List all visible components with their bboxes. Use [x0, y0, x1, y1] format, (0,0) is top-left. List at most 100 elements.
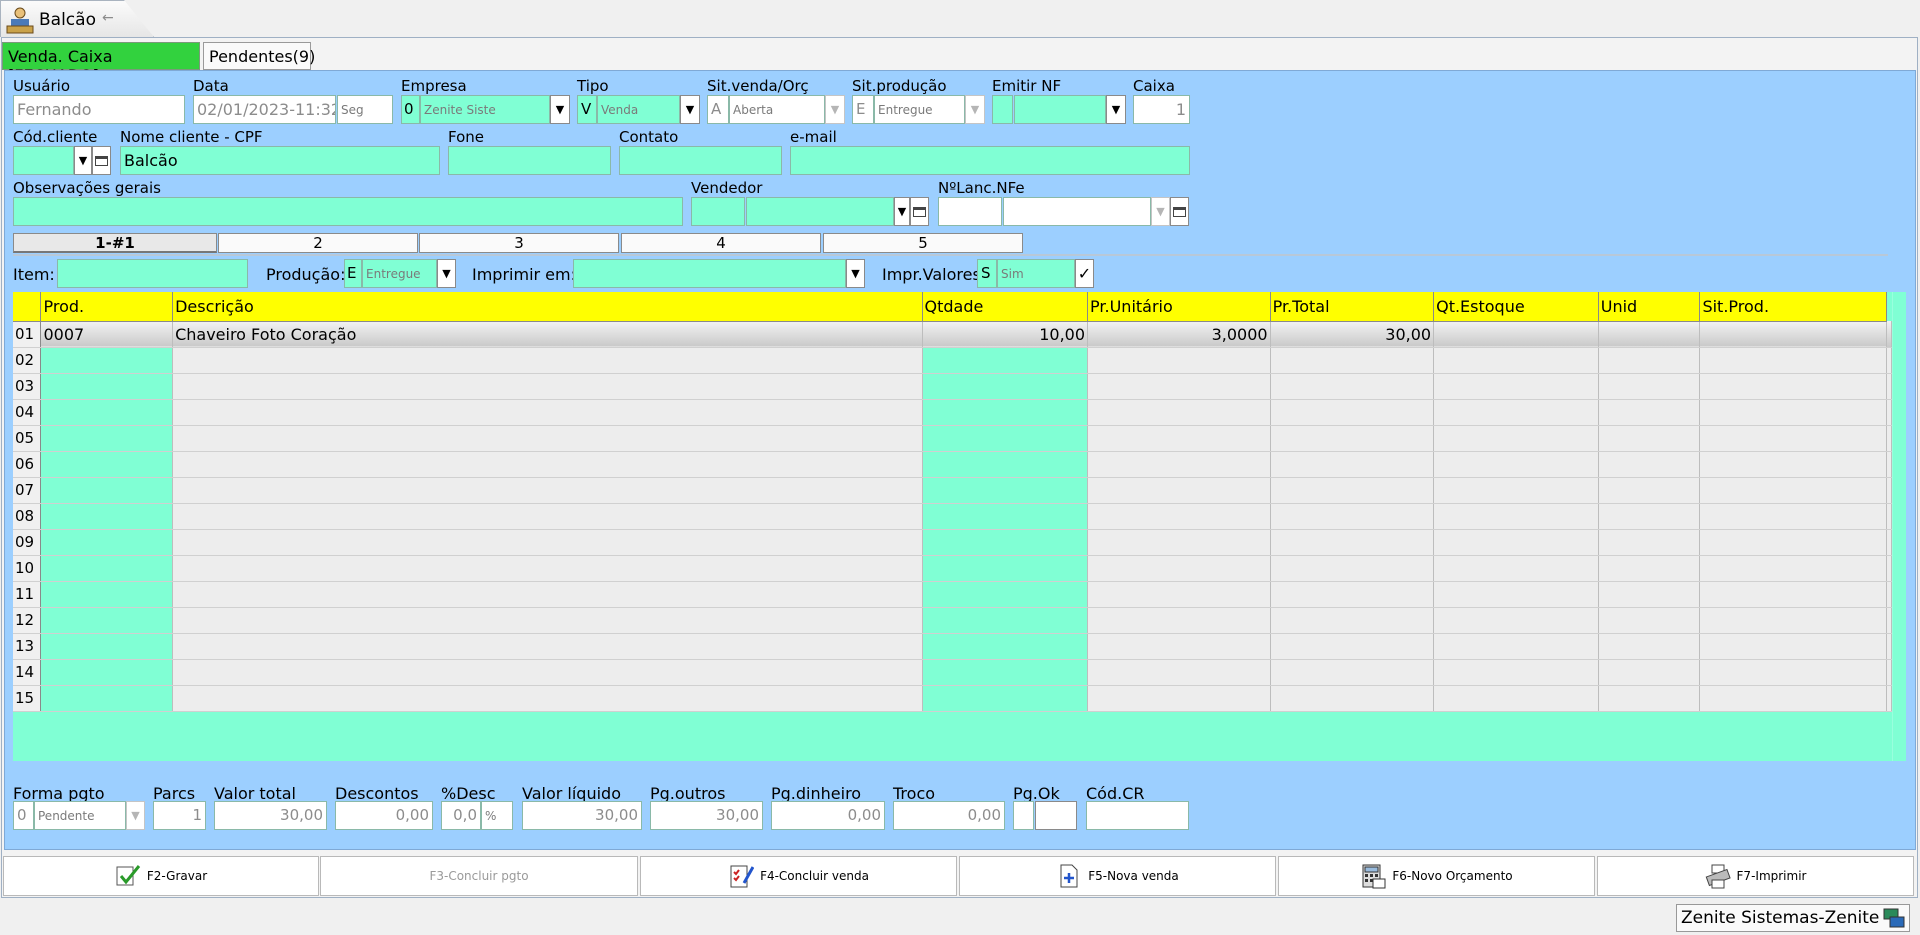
item-field[interactable] — [57, 259, 248, 288]
table-row[interactable]: 09 — [13, 529, 1892, 556]
cell-descricao[interactable] — [172, 685, 923, 712]
cell-qt-estoque[interactable] — [1433, 321, 1599, 348]
cell-qt-estoque[interactable] — [1433, 477, 1599, 504]
table-row[interactable]: 06 — [13, 451, 1892, 478]
table-row[interactable]: 08 — [13, 503, 1892, 530]
cell-qt-estoque[interactable] — [1433, 347, 1599, 374]
tipo-field[interactable]: Venda — [597, 95, 680, 124]
cell-prod[interactable] — [40, 659, 174, 686]
cell-pr-total[interactable] — [1270, 503, 1435, 530]
cell-sit-prod[interactable] — [1699, 451, 1887, 478]
cell-prod[interactable] — [40, 373, 174, 400]
vendedor-folder-button[interactable] — [910, 197, 929, 226]
vendedor-dropdown[interactable]: ▼ — [894, 197, 910, 226]
pg-dinheiro-field[interactable]: 0,00 — [771, 801, 885, 830]
cell-pr-unitario[interactable] — [1087, 347, 1271, 374]
cell-unid[interactable] — [1598, 451, 1701, 478]
cell-sit-prod[interactable] — [1699, 581, 1887, 608]
table-row[interactable]: 11 — [13, 581, 1892, 608]
cell-descricao[interactable] — [172, 373, 923, 400]
cell-unid[interactable] — [1598, 477, 1701, 504]
data-field[interactable]: 02/01/2023-11:32 — [193, 95, 336, 124]
subtab-5[interactable]: 5 — [823, 233, 1023, 253]
cell-qt-estoque[interactable] — [1433, 659, 1599, 686]
cell-pr-total[interactable] — [1270, 633, 1435, 660]
cell-prod[interactable] — [40, 581, 174, 608]
tab-venda-caixa[interactable]: Venda. Caixa [FECHADO] — [2, 42, 200, 85]
cell-prod[interactable] — [40, 685, 174, 712]
table-row[interactable]: 12 — [13, 607, 1892, 634]
tipo-code-field[interactable]: V — [577, 95, 597, 124]
cell-sit-prod[interactable] — [1699, 347, 1887, 374]
cell-pr-unitario[interactable] — [1087, 529, 1271, 556]
cell-qtdade[interactable] — [922, 451, 1089, 478]
cell-pr-unitario[interactable] — [1087, 659, 1271, 686]
cell-qt-estoque[interactable] — [1433, 451, 1599, 478]
novo-orcamento-button[interactable]: F6-Novo Orçamento — [1278, 856, 1595, 896]
cell-unid[interactable] — [1598, 321, 1701, 348]
cell-sit-prod[interactable] — [1699, 685, 1887, 712]
vendedor-code-field[interactable] — [691, 197, 745, 226]
col-qtdade[interactable]: Qtdade — [922, 292, 1089, 322]
cell-descricao[interactable] — [172, 607, 923, 634]
nome-cliente-field[interactable]: Balcão — [120, 146, 440, 175]
cell-descricao[interactable] — [172, 477, 923, 504]
cell-descricao[interactable] — [172, 659, 923, 686]
sit-venda-field[interactable]: Aberta — [729, 95, 825, 124]
sit-producao-code-field[interactable]: E — [852, 95, 874, 124]
col-sit-prod[interactable]: Sit.Prod. — [1699, 292, 1887, 322]
cell-unid[interactable] — [1598, 555, 1701, 582]
cell-prod[interactable] — [40, 503, 174, 530]
cod-cliente-dropdown[interactable]: ▼ — [74, 146, 92, 175]
emitir-nf-dropdown[interactable]: ▼ — [1106, 95, 1126, 124]
cell-pr-total[interactable] — [1270, 529, 1435, 556]
cell-pr-unitario[interactable] — [1087, 425, 1271, 452]
cell-qtdade[interactable] — [922, 425, 1089, 452]
table-row[interactable]: 05 — [13, 425, 1892, 452]
descontos-field[interactable]: 0,00 — [335, 801, 433, 830]
cell-unid[interactable] — [1598, 373, 1701, 400]
impr-valores-field[interactable]: Sim — [997, 259, 1075, 288]
cell-sit-prod[interactable] — [1699, 607, 1887, 634]
vendedor-field[interactable] — [746, 197, 894, 226]
table-row[interactable]: 14 — [13, 659, 1892, 686]
nlanc-folder-button[interactable] — [1170, 197, 1189, 226]
concluir-venda-button[interactable]: F4-Concluir venda — [640, 856, 957, 896]
cell-pr-unitario[interactable] — [1087, 607, 1271, 634]
subtab-3[interactable]: 3 — [419, 233, 619, 253]
cell-qtdade[interactable]: 10,00 — [922, 321, 1089, 348]
cell-sit-prod[interactable] — [1699, 659, 1887, 686]
cell-qt-estoque[interactable] — [1433, 529, 1599, 556]
cell-descricao[interactable] — [172, 581, 923, 608]
cell-descricao[interactable] — [172, 555, 923, 582]
back-arrow-icon[interactable]: ← — [102, 10, 114, 26]
cell-prod[interactable] — [40, 477, 174, 504]
cell-qt-estoque[interactable] — [1433, 607, 1599, 634]
cell-qtdade[interactable] — [922, 581, 1089, 608]
network-icon[interactable] — [1881, 905, 1907, 931]
cell-pr-total[interactable] — [1270, 581, 1435, 608]
contato-field[interactable] — [619, 146, 782, 175]
caixa-field[interactable]: 1 — [1133, 95, 1190, 124]
table-row[interactable]: 04 — [13, 399, 1892, 426]
cell-unid[interactable] — [1598, 685, 1701, 712]
cell-sit-prod[interactable] — [1699, 425, 1887, 452]
emitir-nf-field[interactable] — [1014, 95, 1106, 124]
cell-pr-unitario[interactable] — [1087, 451, 1271, 478]
table-row[interactable]: 03 — [13, 373, 1892, 400]
cell-unid[interactable] — [1598, 399, 1701, 426]
gravar-button[interactable]: F2-Gravar — [3, 856, 319, 896]
cod-cliente-folder-button[interactable] — [92, 146, 111, 175]
subtab-2[interactable]: 2 — [218, 233, 418, 253]
nlanc-field[interactable] — [1003, 197, 1151, 226]
cell-pr-unitario[interactable] — [1087, 555, 1271, 582]
cell-descricao[interactable] — [172, 425, 923, 452]
cell-qtdade[interactable] — [922, 503, 1089, 530]
cell-prod[interactable] — [40, 347, 174, 374]
cell-sit-prod[interactable] — [1699, 633, 1887, 660]
cell-pr-unitario[interactable] — [1087, 503, 1271, 530]
valor-total-field[interactable]: 30,00 — [214, 801, 327, 830]
col-unid[interactable]: Unid — [1598, 292, 1701, 322]
cell-qtdade[interactable] — [922, 633, 1089, 660]
pg-outros-field[interactable]: 30,00 — [650, 801, 763, 830]
